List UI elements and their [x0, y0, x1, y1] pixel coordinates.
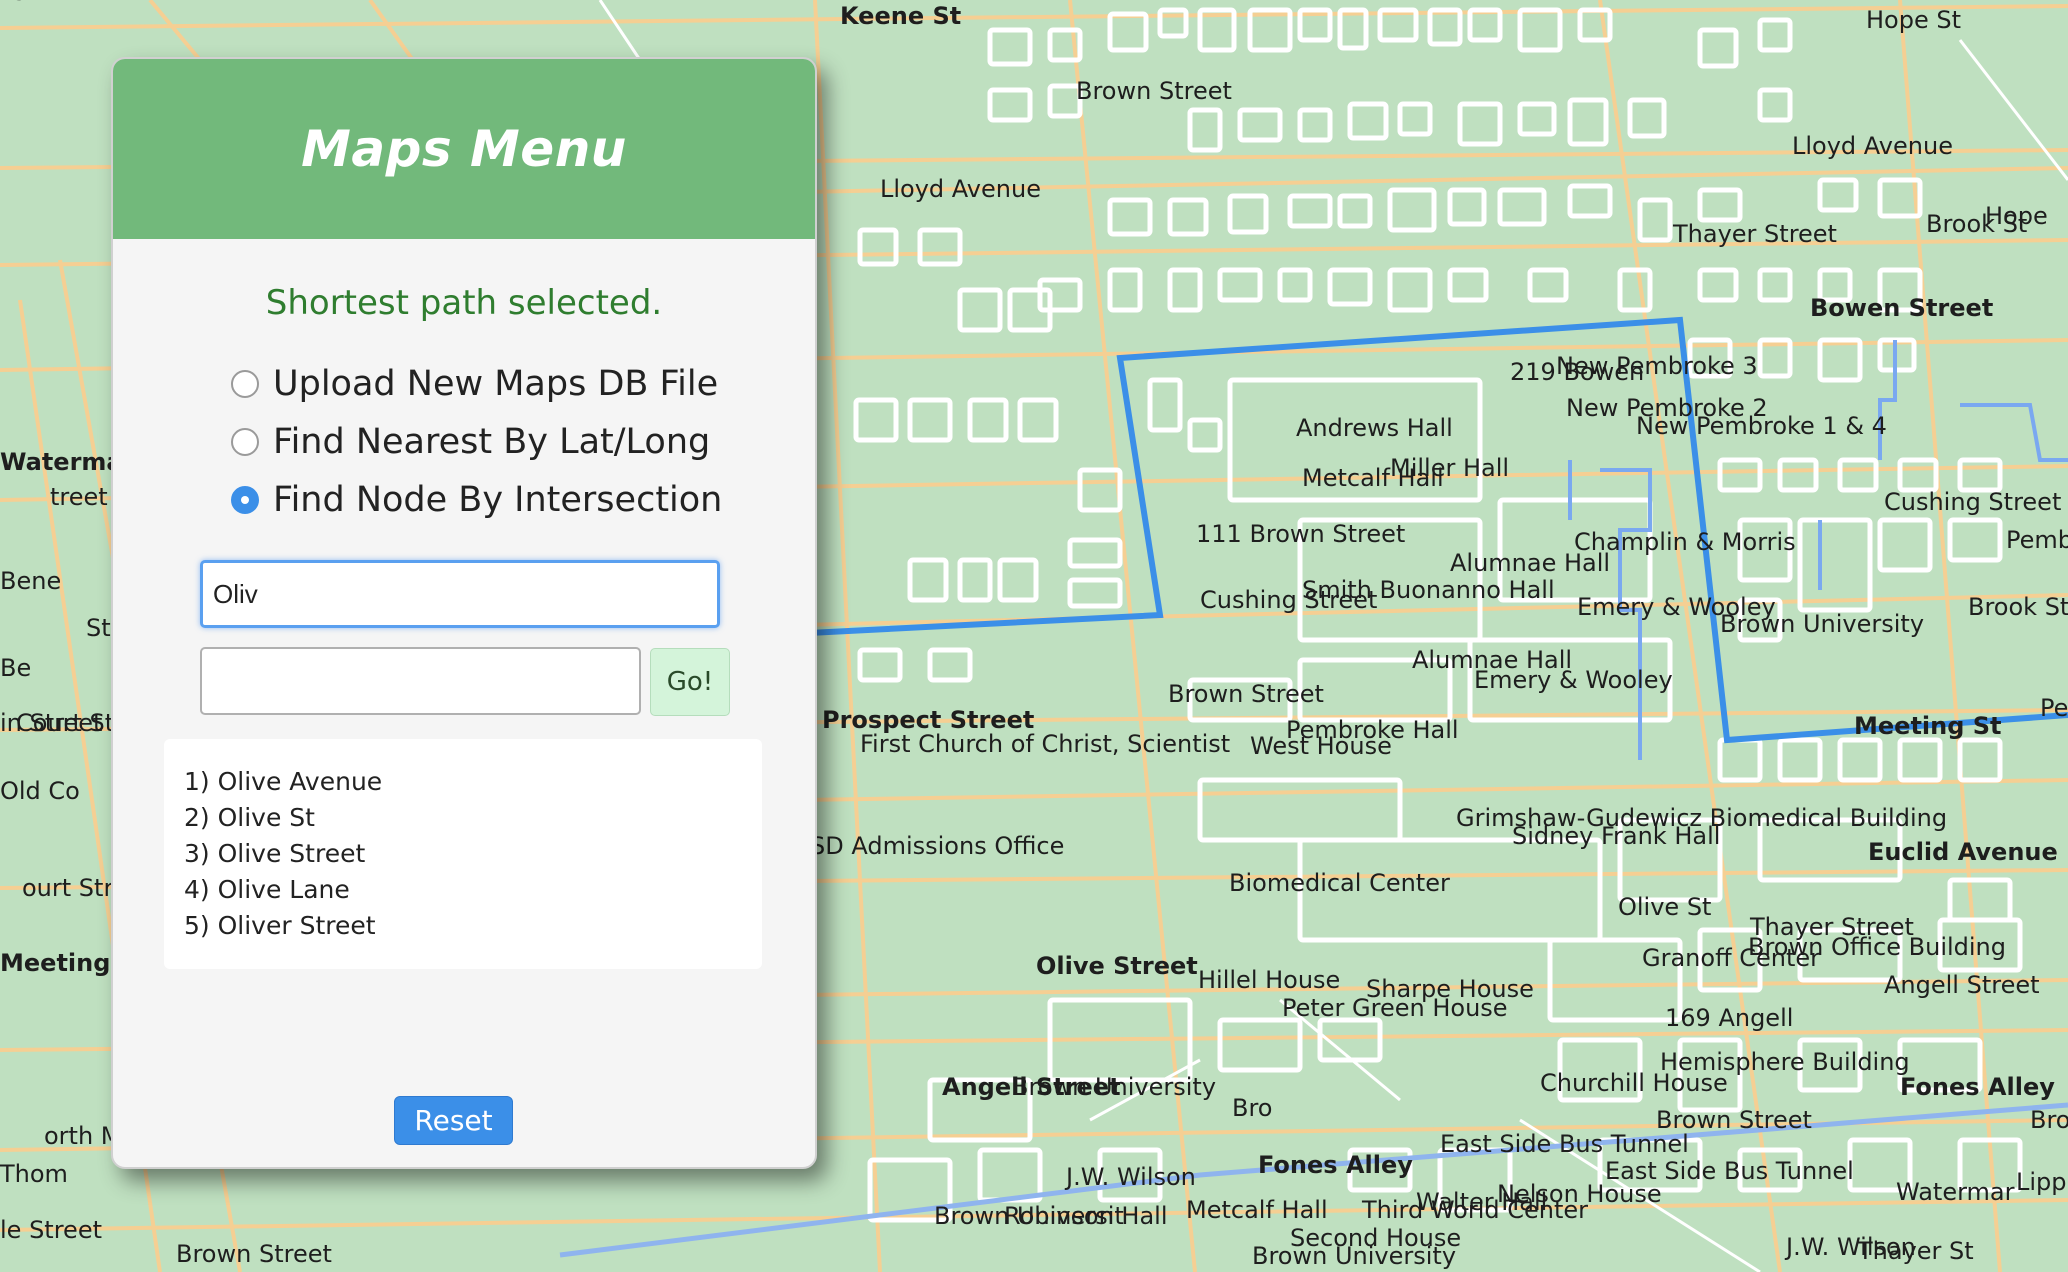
menu-header: Maps Menu	[113, 59, 815, 239]
option-nearest-latlong[interactable]: Find Nearest By Lat/Long	[231, 413, 815, 471]
map-label: Andrews Hall	[1296, 414, 1453, 442]
map-label: 169 Angell	[1665, 1004, 1793, 1032]
map-label: Lloyd Avenue	[1792, 132, 1953, 160]
map-label: Brown University	[1012, 1073, 1216, 1101]
map-label: le Street	[0, 1216, 102, 1244]
map-label: SD Admissions Office	[810, 832, 1064, 860]
map-label: Hillel House	[1198, 966, 1340, 994]
map-label: Bene	[0, 567, 61, 595]
map-label: Cushing Street	[1884, 488, 2061, 516]
map-label: Smith Buonanno Hall	[1302, 576, 1555, 604]
map-label: Old Co	[0, 777, 80, 805]
street-search-input[interactable]	[200, 560, 720, 628]
map-label: Emery & Wooley	[1474, 666, 1673, 694]
latlong-label: Find Nearest By Lat/Long	[273, 422, 711, 462]
option-upload-db[interactable]: Upload New Maps DB File	[231, 355, 815, 413]
map-label: Sidney Frank Hall	[1512, 822, 1720, 850]
upload-label: Upload New Maps DB File	[273, 364, 719, 404]
map-label: Robinson Hall	[1004, 1202, 1168, 1230]
go-button[interactable]: Go!	[650, 648, 730, 716]
suggestion-item[interactable]: 4) Olive Lane	[184, 872, 762, 908]
map-label: Be	[0, 654, 31, 682]
map-label: Lloyd Avenue	[880, 175, 1041, 203]
map-label: Hope	[1985, 202, 2048, 230]
mode-radio-group: Upload New Maps DB File Find Nearest By …	[231, 355, 815, 529]
status-message: Shortest path selected.	[265, 283, 663, 323]
suggestion-list: 1) Olive Avenue 2) Olive St 3) Olive Str…	[164, 739, 762, 969]
map-label: New Pembroke 1 & 4	[1636, 412, 1887, 440]
map-label: Euclid Avenue	[1868, 838, 2058, 866]
upload-radio[interactable]	[231, 370, 259, 398]
suggestion-item[interactable]: 5) Oliver Street	[184, 908, 762, 944]
map-label: Nelson House	[1497, 1180, 1662, 1208]
maps-menu-panel: Maps Menu Shortest path selected. Upload…	[111, 57, 817, 1169]
map-label: treet	[50, 483, 108, 511]
option-intersection[interactable]: Find Node By Intersection	[231, 471, 815, 529]
suggestion-item[interactable]: 3) Olive Street	[184, 836, 762, 872]
map-label: Thayer St	[1857, 1237, 1974, 1265]
map-label: Olive Street	[1036, 952, 1198, 980]
map-label: Biomedical Center	[1229, 869, 1450, 897]
map-label: Angell Street	[1884, 971, 2040, 999]
menu-title: Maps Menu	[301, 120, 627, 178]
map-label: Meeting St	[1854, 712, 2002, 740]
map-label: Keene St	[840, 2, 961, 30]
map-label: Bro	[1232, 1094, 1273, 1122]
map-label: Pembroke Hall	[1286, 716, 1459, 744]
map-label: East Side Bus Tunnel	[1440, 1130, 1689, 1158]
map-label: Hope St	[1866, 6, 1961, 34]
map-label: First Church of Christ, Scientist	[860, 730, 1230, 758]
map-label: Alumnae Hall	[1450, 549, 1610, 577]
map-label: Fones Alley	[1258, 1151, 1413, 1179]
map-label: Peter Green House	[1282, 994, 1508, 1022]
map-label: Brown University	[1720, 610, 1924, 638]
map-label: Olive St	[1618, 893, 1711, 921]
intersection-radio[interactable]	[231, 486, 259, 514]
map-label: Meeting	[0, 949, 110, 977]
map-label: Watermar	[1896, 1178, 2015, 1206]
map-label: New Pembroke 3	[1556, 352, 1758, 380]
intersection-label: Find Node By Intersection	[273, 480, 723, 520]
map-label: Metcalf Hall	[1186, 1196, 1328, 1224]
map-label: 111 Brown Street	[1196, 520, 1405, 548]
latlong-radio[interactable]	[231, 428, 259, 456]
map-label: Brook St	[1968, 593, 2068, 621]
map-label: Granoff Center	[1642, 944, 1820, 972]
map-label: Pemb	[2006, 526, 2068, 554]
map-label: Brown University	[2030, 1106, 2068, 1134]
map-label: Thom	[0, 1160, 68, 1188]
map-label: Brown Street	[1076, 77, 1232, 105]
suggestion-item[interactable]: 1) Olive Avenue	[184, 764, 762, 800]
map-label: Pe	[2040, 694, 2068, 722]
map-label: J.W. Wilson	[1064, 1163, 1196, 1191]
map-label: Ter	[0, 0, 35, 6]
map-label: Brown Street	[1168, 680, 1324, 708]
cross-street-input[interactable]	[200, 647, 641, 715]
map-label: Fones Alley	[1900, 1073, 2055, 1101]
map-label: Lippit House	[2016, 1168, 2068, 1196]
map-label: Churchill House	[1540, 1069, 1728, 1097]
suggestion-item[interactable]: 2) Olive St	[184, 800, 762, 836]
map-label: Brown University	[1252, 1242, 1456, 1270]
reset-button[interactable]: Reset	[394, 1096, 513, 1145]
map-label: Thayer Street	[1672, 220, 1837, 248]
map-label: Brown Street	[176, 1240, 332, 1268]
map-label: Bowen Street	[1810, 294, 1993, 322]
map-label: Miller Hall	[1390, 454, 1509, 482]
